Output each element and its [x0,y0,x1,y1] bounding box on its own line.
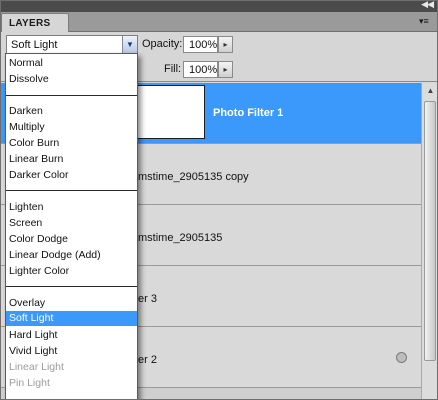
menu-divider [6,95,137,96]
layer-link-icon[interactable] [396,352,407,363]
tab-layers[interactable]: LAYERS [1,13,69,32]
blend-mode-option[interactable]: Linear Burn [6,152,137,167]
blend-mode-option[interactable]: Lighten [6,200,137,215]
blend-mode-select[interactable]: Soft Light ▼ [6,35,138,54]
fill-input[interactable]: 100% [183,61,218,78]
blend-mode-option[interactable]: Overlay [6,296,137,311]
blend-mode-option[interactable]: Linear Dodge (Add) [6,248,137,263]
blend-mode-option[interactable]: Vivid Light [6,344,137,359]
blend-mode-option[interactable]: Color Burn [6,136,137,151]
panel-title-bar: ◀◀ [1,1,437,12]
blend-mode-option[interactable]: Multiply [6,120,137,135]
blend-mode-option[interactable]: Darker Color [6,168,137,183]
layer-mask-thumbnail[interactable] [137,85,205,139]
blend-mode-option[interactable]: Hard Light [6,328,137,343]
menu-divider [6,286,137,287]
blend-mode-option[interactable]: Lighter Color [6,264,137,279]
blend-mode-option[interactable]: Linear Light [6,360,137,375]
layer-name[interactable]: mstime_2905135 copy [138,171,249,183]
blend-mode-option[interactable]: Pin Light [6,376,137,391]
collapse-panel-icon[interactable]: ◀◀ [421,1,434,10]
opacity-slider-button[interactable]: ▸ [218,36,233,53]
layer-name[interactable]: er 3 [138,293,157,305]
blend-mode-option[interactable]: Darken [6,104,137,119]
blend-mode-option[interactable]: Color Dodge [6,232,137,247]
panel-menu-icon[interactable]: ▾≡ [419,16,433,26]
blend-mode-option[interactable]: Dissolve [6,72,137,87]
blend-mode-option[interactable]: Normal [6,56,137,71]
opacity-label: Opacity: [142,38,183,50]
fill-slider-button[interactable]: ▸ [218,61,233,78]
opacity-input[interactable]: 100% [183,36,218,53]
layer-name[interactable]: Photo Filter 1 [213,107,283,119]
blend-mode-dropdown: Normal Dissolve Darken Multiply Color Bu… [5,53,138,399]
blend-mode-option[interactable]: Screen [6,216,137,231]
chevron-down-icon[interactable]: ▼ [122,36,137,53]
blend-mode-value: Soft Light [11,39,58,51]
scrollbar-thumb[interactable] [424,101,436,361]
layer-name[interactable]: er 2 [138,354,157,366]
layer-name[interactable]: mstime_2905135 [138,232,222,244]
menu-divider [6,190,137,191]
panel-tab-row: LAYERS ▾≡ [1,12,437,32]
blend-mode-option-selected[interactable]: Soft Light [6,311,137,326]
fill-label: Fill: [164,63,182,75]
layer-list-scrollbar[interactable]: ▲ [421,83,437,399]
scroll-up-icon[interactable]: ▲ [425,86,436,98]
layers-panel: ◀◀ LAYERS ▾≡ Soft Light ▼ Opacity: 100% … [0,0,438,400]
